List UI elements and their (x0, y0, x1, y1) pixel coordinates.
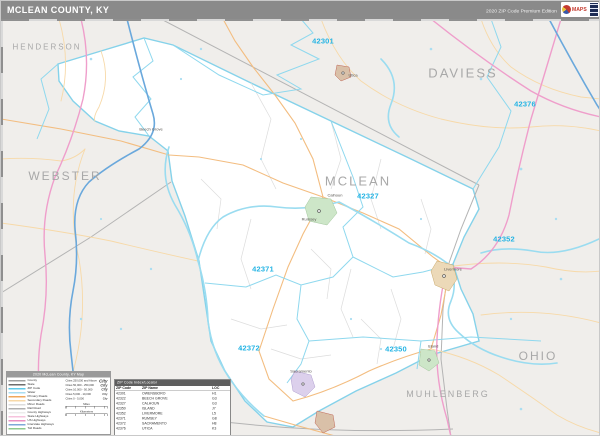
legend-city-sizes: Cities 250,000 and Above City Cities 50,… (66, 379, 108, 402)
legend-swatch (9, 428, 26, 430)
legend-swatch (9, 392, 26, 394)
legend-swatch (9, 420, 26, 422)
legend-swatch (9, 380, 26, 382)
logo-card (590, 3, 598, 16)
miles-bar (66, 406, 108, 409)
legend-swatch (9, 388, 26, 390)
city-size-example: City (103, 397, 108, 400)
legend-swatch (9, 384, 26, 386)
city-size-row: Cities 0 - 5,000 City (66, 397, 108, 402)
grid-ticks-left (1, 19, 3, 436)
map-canvas: HENDERSONWEBSTERDAVIESSMCLEANOHIOMUHLENB… (1, 19, 600, 436)
zip-table-body: 42301 OWENSBORO H1 42322 BEECH GROVE G3 (115, 391, 230, 431)
legend-item: Toll Roads (9, 427, 65, 431)
edition-label: 2020 ZIP Code Premium Edition (486, 8, 557, 14)
legend-swatch (9, 404, 26, 406)
zip-index-table: ZIP Code Index/Locator ZIP Code ZIP Name… (114, 379, 231, 436)
kilometers-bar (66, 414, 108, 417)
city-size-example: City (102, 393, 107, 396)
legend-swatch (9, 400, 26, 402)
grid-ticks-top (1, 19, 600, 21)
logo-wordmark: MAPS (572, 7, 587, 12)
page-title: MCLEAN COUNTY, KY (7, 5, 109, 15)
city-size-example: City (101, 388, 107, 392)
map-poster: MCLEAN COUNTY, KY 2020 ZIP Code Premium … (0, 0, 600, 436)
legend-swatch (9, 396, 26, 398)
brand-logo: MAPS (561, 2, 599, 17)
scale-bar-miles: Miles (66, 403, 108, 409)
legend-box: 2020 McLean County, KY Map County (6, 371, 111, 435)
logo-globe-icon (562, 5, 571, 14)
legend-swatch (9, 408, 26, 410)
table-row: 42376 UTICA K3 (115, 426, 230, 431)
mclean-county-shape (58, 38, 479, 427)
header-bar: MCLEAN COUNTY, KY 2020 ZIP Code Premium … (1, 1, 600, 19)
legend-swatch (9, 424, 26, 426)
legend-swatch (9, 416, 26, 418)
legend-items: County State ZIP Code (9, 379, 65, 431)
city-size-example: City (100, 383, 107, 388)
scale-bar-kilometers: Kilometers (66, 411, 108, 417)
legend-swatch (9, 412, 26, 414)
